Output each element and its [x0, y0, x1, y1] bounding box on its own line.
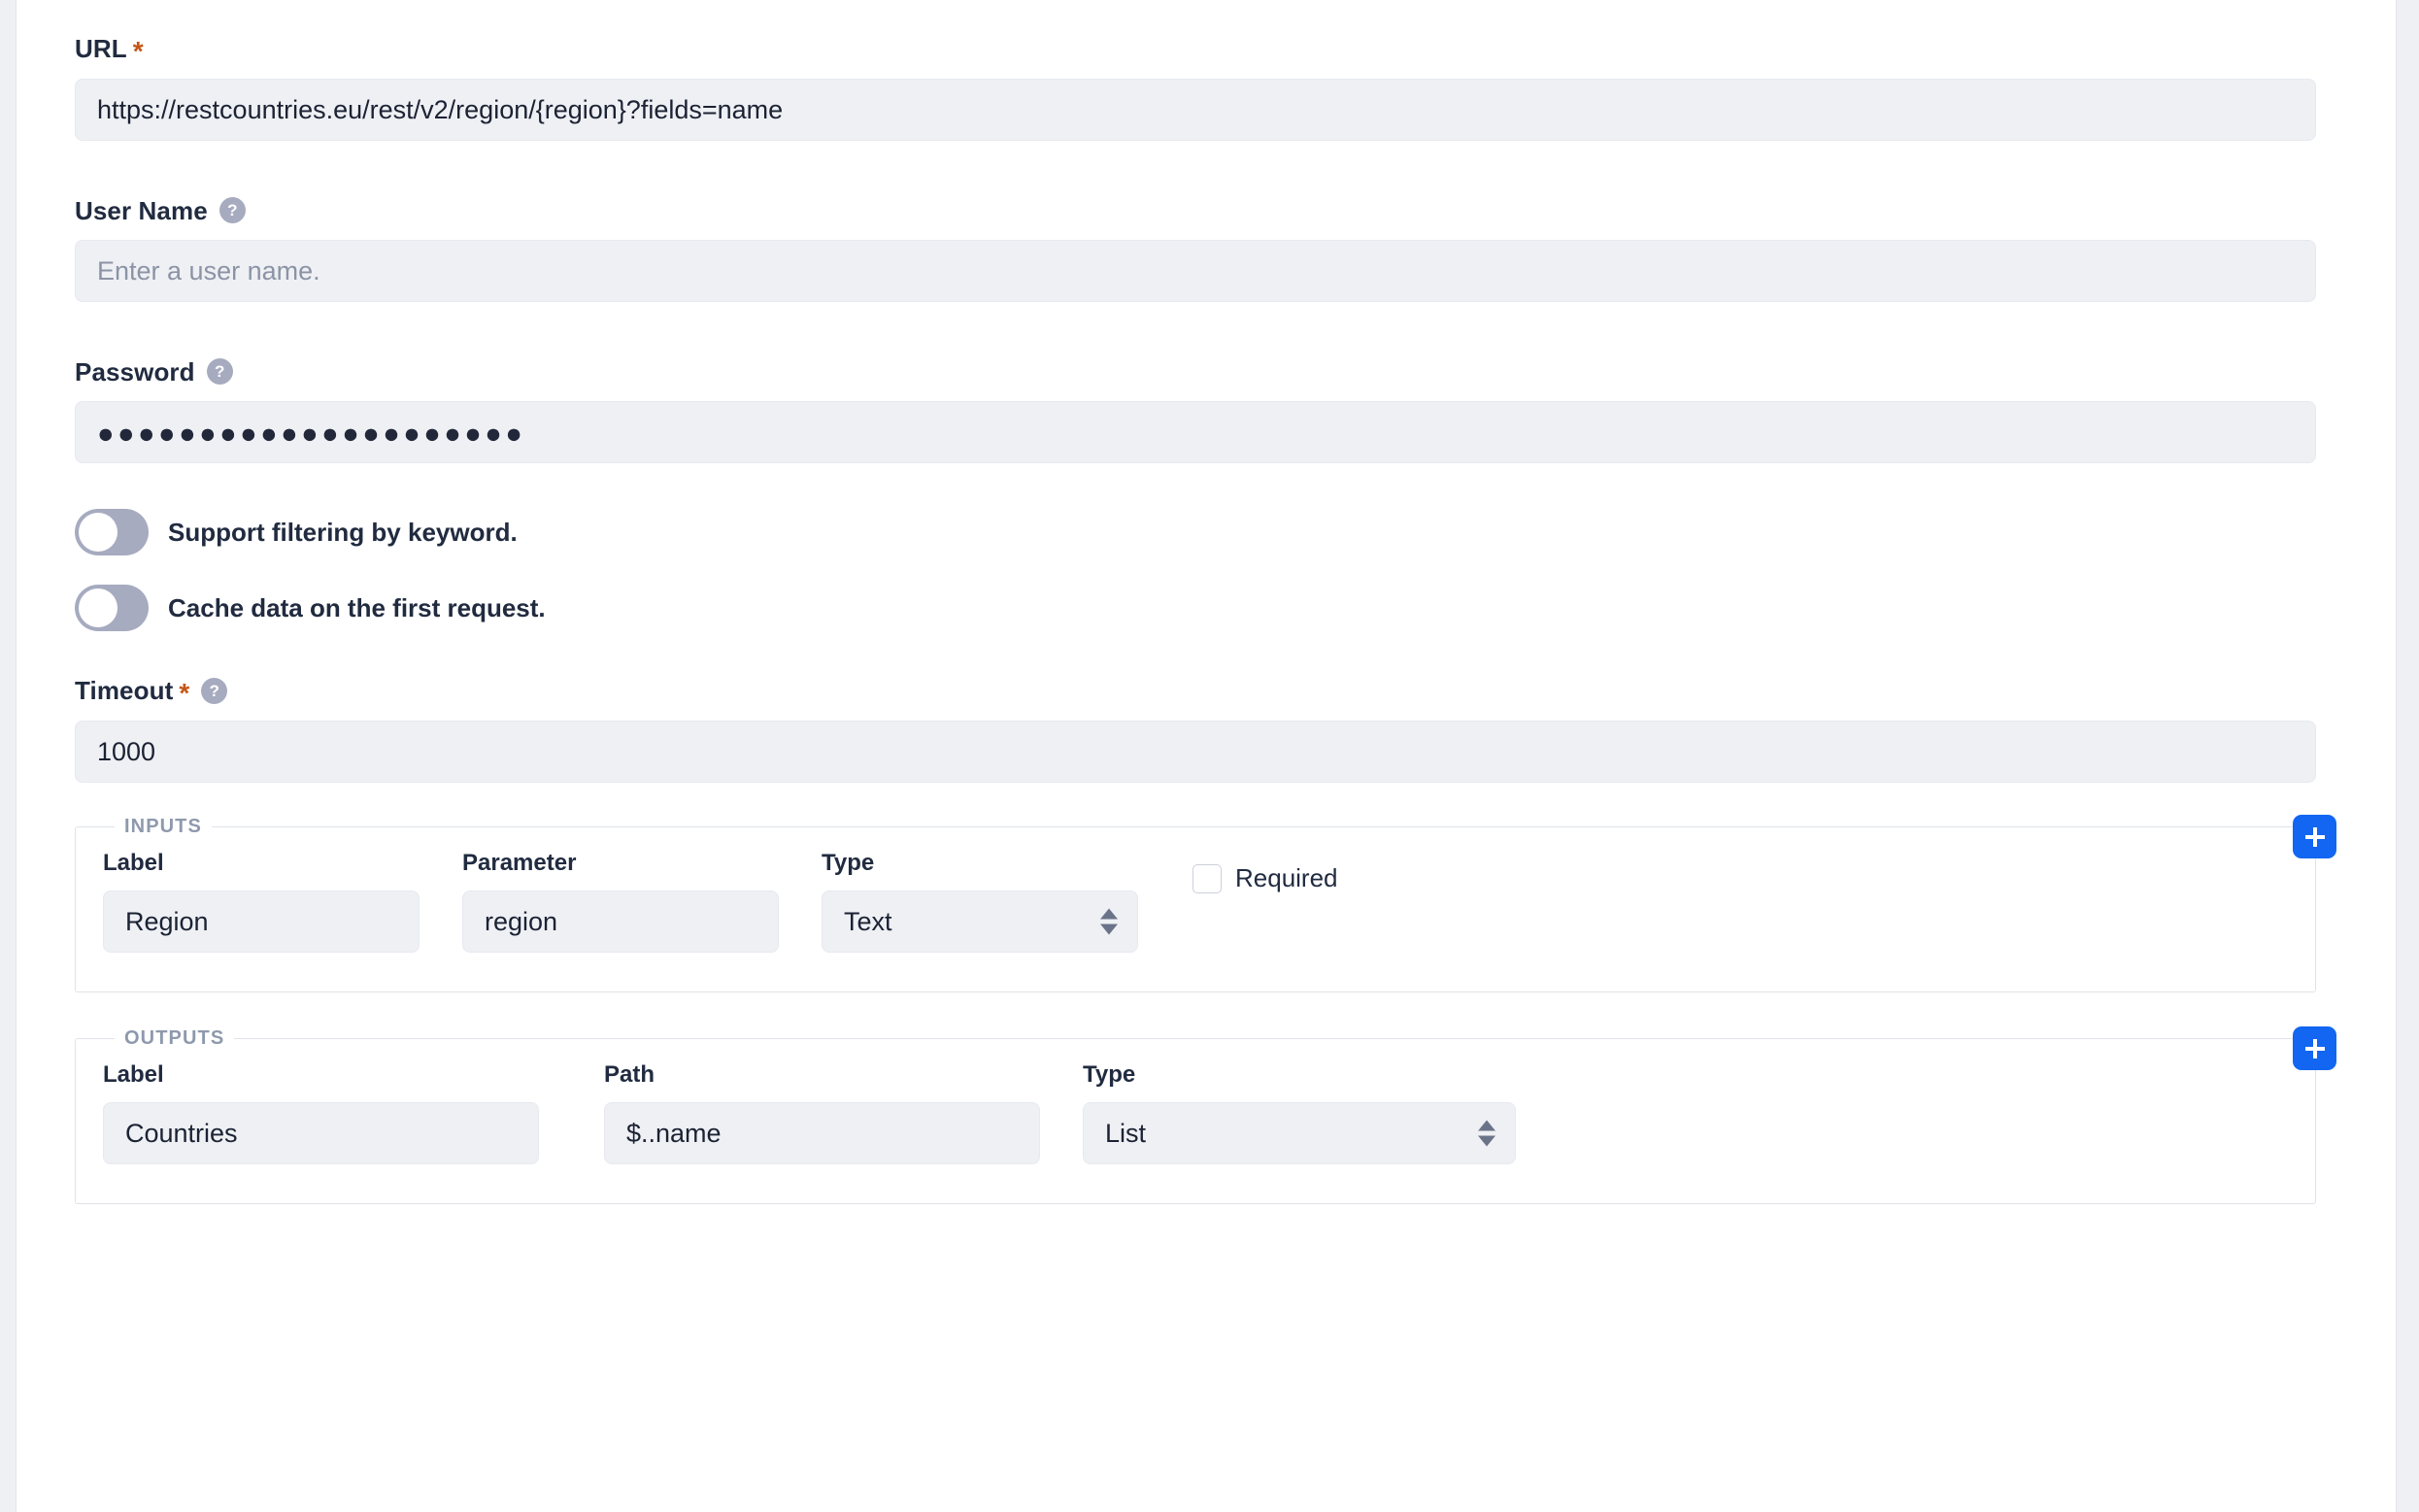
user-name-label-row: User Name ?: [75, 197, 2316, 223]
output-label-cell: Label Countries: [103, 1061, 539, 1164]
input-type-select[interactable]: Text: [822, 890, 1138, 953]
cache-data-label: Cache data on the first request.: [168, 592, 546, 622]
right-scrollbar-gutter[interactable]: [2396, 0, 2419, 1512]
inputs-legend: INPUTS: [124, 816, 202, 837]
input-row: Label Region Parameter region Type Text: [103, 838, 2288, 953]
url-input[interactable]: https://restcountries.eu/rest/v2/region/…: [75, 79, 2316, 141]
output-row: Label Countries Path $..name Type List: [103, 1050, 2288, 1164]
output-type-select[interactable]: List: [1083, 1102, 1516, 1164]
settings-panel: URL * https://restcountries.eu/rest/v2/r…: [17, 0, 2396, 1512]
output-path-value[interactable]: $..name: [604, 1102, 1040, 1164]
output-path-header: Path: [604, 1061, 655, 1088]
stepper-icon: [1478, 1120, 1495, 1147]
support-filtering-label: Support filtering by keyword.: [168, 517, 518, 547]
password-field-group: Password ? ●●●●●●●●●●●●●●●●●●●●●: [75, 358, 2316, 463]
input-parameter-header: Parameter: [462, 850, 577, 876]
user-name-field-group: User Name ? Enter a user name.: [75, 197, 2316, 302]
support-filtering-toggle[interactable]: [75, 509, 149, 555]
password-label-row: Password ?: [75, 358, 2316, 385]
url-label: URL: [75, 34, 127, 63]
output-type-value: List: [1105, 1118, 1147, 1148]
input-type-header: Type: [822, 850, 875, 876]
required-checkbox-row: Required: [1193, 863, 1338, 893]
input-label-cell: Label Region: [103, 850, 420, 953]
left-scrollbar-gutter[interactable]: [0, 0, 17, 1512]
input-label-header: Label: [103, 850, 164, 876]
user-name-input[interactable]: Enter a user name.: [75, 240, 2316, 302]
outputs-legend: OUTPUTS: [124, 1027, 225, 1049]
add-output-button[interactable]: [2293, 1026, 2336, 1070]
output-label-value[interactable]: Countries: [103, 1102, 539, 1164]
add-input-button[interactable]: [2293, 815, 2336, 858]
url-field-group: URL * https://restcountries.eu/rest/v2/r…: [75, 35, 2316, 141]
required-checkbox[interactable]: [1193, 863, 1222, 893]
support-filtering-toggle-row: Support filtering by keyword.: [75, 508, 2316, 556]
url-required-asterisk: *: [132, 36, 144, 66]
toggle-knob: [79, 513, 118, 552]
help-icon[interactable]: ?: [201, 677, 228, 704]
outputs-fieldset: OUTPUTS Label Countries Path $..name Typ…: [75, 1026, 2336, 1204]
required-checkbox-label: Required: [1235, 863, 1338, 892]
timeout-label-row: Timeout * ?: [75, 676, 2316, 708]
help-icon[interactable]: ?: [218, 197, 246, 223]
cache-data-toggle[interactable]: [75, 585, 149, 631]
input-label-value[interactable]: Region: [103, 890, 420, 953]
input-type-cell: Type Text: [822, 850, 1138, 953]
inputs-fieldset: INPUTS Label Region Parameter region Typ…: [75, 815, 2336, 992]
input-required-cell: Required: [1193, 850, 1338, 893]
input-parameter-value[interactable]: region: [462, 890, 779, 953]
timeout-input[interactable]: 1000: [75, 721, 2316, 783]
input-parameter-cell: Parameter region: [462, 850, 779, 953]
password-input[interactable]: ●●●●●●●●●●●●●●●●●●●●●: [75, 401, 2316, 463]
plus-icon: [2304, 826, 2325, 847]
output-path-cell: Path $..name: [604, 1061, 1040, 1164]
rest-datasource-form: URL * https://restcountries.eu/rest/v2/r…: [17, 0, 2396, 1204]
plus-icon: [2304, 1038, 2325, 1058]
password-label: Password: [75, 356, 195, 386]
stepper-icon: [1100, 908, 1118, 935]
output-type-cell: Type List: [1083, 1061, 1516, 1164]
url-label-row: URL *: [75, 34, 2316, 66]
toggle-knob: [79, 588, 118, 627]
user-name-label: User Name: [75, 195, 208, 225]
cache-data-toggle-row: Cache data on the first request.: [75, 584, 2316, 632]
timeout-label: Timeout: [75, 676, 174, 705]
output-type-header: Type: [1083, 1061, 1136, 1088]
timeout-required-asterisk: *: [179, 678, 190, 708]
timeout-field-group: Timeout * ? 1000: [75, 677, 2316, 783]
input-type-value: Text: [844, 906, 892, 936]
output-label-header: Label: [103, 1061, 164, 1088]
help-icon[interactable]: ?: [206, 358, 233, 385]
